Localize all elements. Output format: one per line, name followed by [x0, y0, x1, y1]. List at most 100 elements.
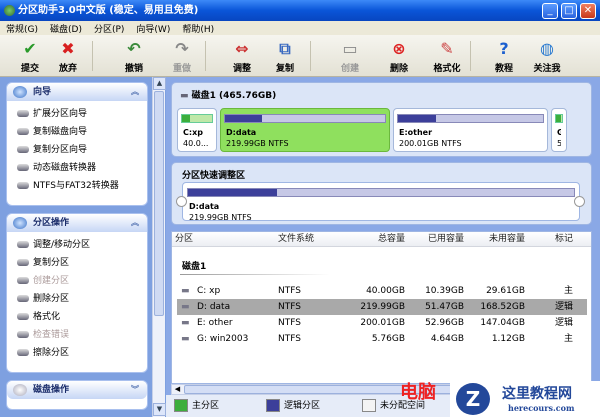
- table-row[interactable]: ▬ G: win2003 NTFS 5.76GB 4.64GB 1.12GB 主: [177, 331, 587, 347]
- column-header[interactable]: 未用容量: [468, 232, 525, 247]
- watermark: 电脑 Z 这里教程网 herecours.com: [400, 381, 600, 417]
- toolbar-label: 删除: [389, 64, 408, 74]
- sidebar-item-partition-op[interactable]: 擦除分区: [7, 344, 147, 362]
- sidebar-item-partition-op[interactable]: 检查错误: [7, 326, 147, 344]
- sidebar-item-label: 调整/移动分区: [33, 240, 91, 250]
- toolbar-button-redo[interactable]: ↷ 重做: [162, 37, 202, 74]
- partition-op-icon: [17, 241, 29, 248]
- resize-handle-right[interactable]: [574, 196, 585, 207]
- menu-bar: 常规(G) 磁盘(D) 分区(P) 向导(W) 帮助(H): [0, 21, 600, 35]
- scroll-up-icon[interactable]: ▲: [153, 77, 166, 90]
- column-header[interactable]: 标记: [527, 232, 573, 247]
- toolbar-button-help[interactable]: ? 教程: [484, 37, 524, 74]
- wizard-title: 向导: [33, 87, 52, 97]
- table-disk-label: 磁盘1: [182, 262, 207, 272]
- sidebar-item-partition-op[interactable]: 格式化: [7, 308, 147, 326]
- minimize-button[interactable]: _: [542, 3, 558, 19]
- check-icon: ✔: [23, 39, 37, 58]
- table-cell: 52.96GB: [425, 318, 464, 328]
- menu-partition[interactable]: 分区(P): [88, 21, 130, 36]
- partition-info: 219.99GB NTFS: [226, 139, 289, 148]
- maximize-button[interactable]: □: [561, 3, 577, 19]
- column-header[interactable]: 文件系统: [278, 232, 338, 247]
- collapse-icon[interactable]: ︽: [131, 214, 139, 232]
- toolbar-button-resize[interactable]: ⇔ 调整: [222, 37, 262, 74]
- menu-general[interactable]: 常规(G): [0, 21, 44, 36]
- toolbar-button-format[interactable]: ✎ 格式化: [427, 37, 467, 74]
- table-row[interactable]: ▬ C: xp NTFS 40.00GB 10.39GB 29.61GB 主: [177, 283, 587, 299]
- scroll-left-icon[interactable]: ◀: [172, 385, 183, 394]
- table-cell: C: xp: [197, 286, 221, 296]
- menu-help[interactable]: 帮助(H): [176, 21, 220, 36]
- resize-handle-left[interactable]: [176, 196, 187, 207]
- toolbar-button-create[interactable]: ▭ 创建: [330, 37, 370, 74]
- disk-ops-group: 磁盘操作 ︾: [6, 380, 148, 410]
- sidebar-item-label: 删除分区: [33, 294, 70, 304]
- close-button[interactable]: ✕: [580, 3, 596, 19]
- partition-ops-header[interactable]: 分区操作 ︽: [7, 214, 147, 232]
- redo-icon: ↷: [175, 39, 189, 58]
- sidebar-item-wizard[interactable]: 扩展分区向导: [7, 105, 147, 123]
- table-row[interactable]: ▬ E: other NTFS 200.01GB 52.96GB 147.04GB 逻辑: [177, 315, 587, 331]
- expand-icon[interactable]: ︾: [131, 381, 139, 399]
- partition-ops-group: 分区操作 ︽ 调整/移动分区复制分区创建分区删除分区格式化 检查错误 擦除分区: [6, 213, 148, 373]
- table-cell: 主: [563, 334, 573, 344]
- partition-block[interactable]: G. 5.: [551, 108, 567, 152]
- partition-name: D:data: [226, 128, 257, 137]
- partition-info: 200.01GB NTFS: [399, 139, 462, 148]
- sidebar: 向导 ︽ 扩展分区向导 复制磁盘向导 复制分区向导 动态磁盘转换器 NTFS与FAT32转…: [0, 77, 166, 417]
- toolbar-label: 关注我: [533, 64, 561, 74]
- toolbar-button-globe[interactable]: ◍ 关注我: [527, 37, 567, 74]
- column-header[interactable]: 总容量: [342, 232, 405, 247]
- sidebar-item-wizard[interactable]: NTFS与FAT32转换器: [7, 177, 147, 195]
- scrollbar-thumb[interactable]: [154, 91, 164, 316]
- column-header[interactable]: 已用容量: [409, 232, 464, 247]
- wizard-icon: [13, 86, 27, 98]
- quick-adjust-usage-bar: [187, 188, 575, 197]
- menu-wizard[interactable]: 向导(W): [130, 21, 176, 36]
- wizard-item-icon: [17, 128, 29, 135]
- column-header[interactable]: 分区: [175, 232, 265, 247]
- toolbar-label: 格式化: [433, 64, 461, 74]
- sidebar-item-wizard[interactable]: 复制磁盘向导: [7, 123, 147, 141]
- sidebar-item-wizard[interactable]: 复制分区向导: [7, 141, 147, 159]
- disk-icon: ▬: [181, 318, 190, 328]
- sidebar-item-partition-op[interactable]: 复制分区: [7, 254, 147, 272]
- disk-ops-header[interactable]: 磁盘操作 ︾: [7, 381, 147, 399]
- sidebar-item-label: 创建分区: [33, 276, 70, 286]
- sidebar-item-partition-op[interactable]: 删除分区: [7, 290, 147, 308]
- toolbar-button-undo[interactable]: ↶ 撤销: [114, 37, 154, 74]
- partition-block[interactable]: E:other 200.01GB NTFS: [393, 108, 548, 152]
- partition-op-icon: [17, 331, 29, 338]
- partition-info: 5.: [557, 139, 561, 148]
- toolbar-button-delete[interactable]: ⊗ 删除: [379, 37, 419, 74]
- partition-block[interactable]: D:data 219.99GB NTFS: [220, 108, 390, 152]
- quick-adjust-partition[interactable]: D:data 219.99GB NTFS: [182, 182, 580, 222]
- gear-icon: [13, 384, 27, 396]
- table-row[interactable]: ▬ D: data NTFS 219.99GB 51.47GB 168.52GB 逻辑: [177, 299, 587, 315]
- sidebar-item-partition-op[interactable]: 创建分区: [7, 272, 147, 290]
- toolbar-button-x[interactable]: ✖ 放弃: [48, 37, 88, 74]
- toolbar-button-copy[interactable]: ⧉ 复制: [265, 37, 305, 74]
- sidebar-scrollbar[interactable]: ▲ ▼: [152, 77, 166, 417]
- toolbar-separator: [310, 41, 311, 71]
- collapse-icon[interactable]: ︽: [131, 83, 139, 101]
- scroll-down-icon[interactable]: ▼: [153, 403, 166, 416]
- partition-block[interactable]: C:xp 40.0...: [177, 108, 217, 152]
- toolbar-button-check[interactable]: ✔ 提交: [10, 37, 50, 74]
- toolbar-label: 调整: [232, 64, 251, 74]
- table-cell: G: win2003: [197, 334, 249, 344]
- quick-adjust-name: D:data: [189, 202, 220, 211]
- sidebar-item-label: 扩展分区向导: [33, 109, 88, 119]
- wizard-group-header[interactable]: 向导 ︽: [7, 83, 147, 101]
- sidebar-item-partition-op[interactable]: 调整/移动分区: [7, 236, 147, 254]
- table-cell: 219.99GB: [360, 302, 405, 312]
- legend-label: 主分区: [192, 401, 220, 411]
- menu-disk[interactable]: 磁盘(D): [44, 21, 88, 36]
- create-icon: ▭: [342, 39, 358, 58]
- wizard-item-icon: [17, 182, 29, 189]
- table-cell: E: other: [197, 318, 233, 328]
- sidebar-item-wizard[interactable]: 动态磁盘转换器: [7, 159, 147, 177]
- toolbar-label: 重做: [172, 64, 191, 74]
- table-cell: 147.04GB: [480, 318, 525, 328]
